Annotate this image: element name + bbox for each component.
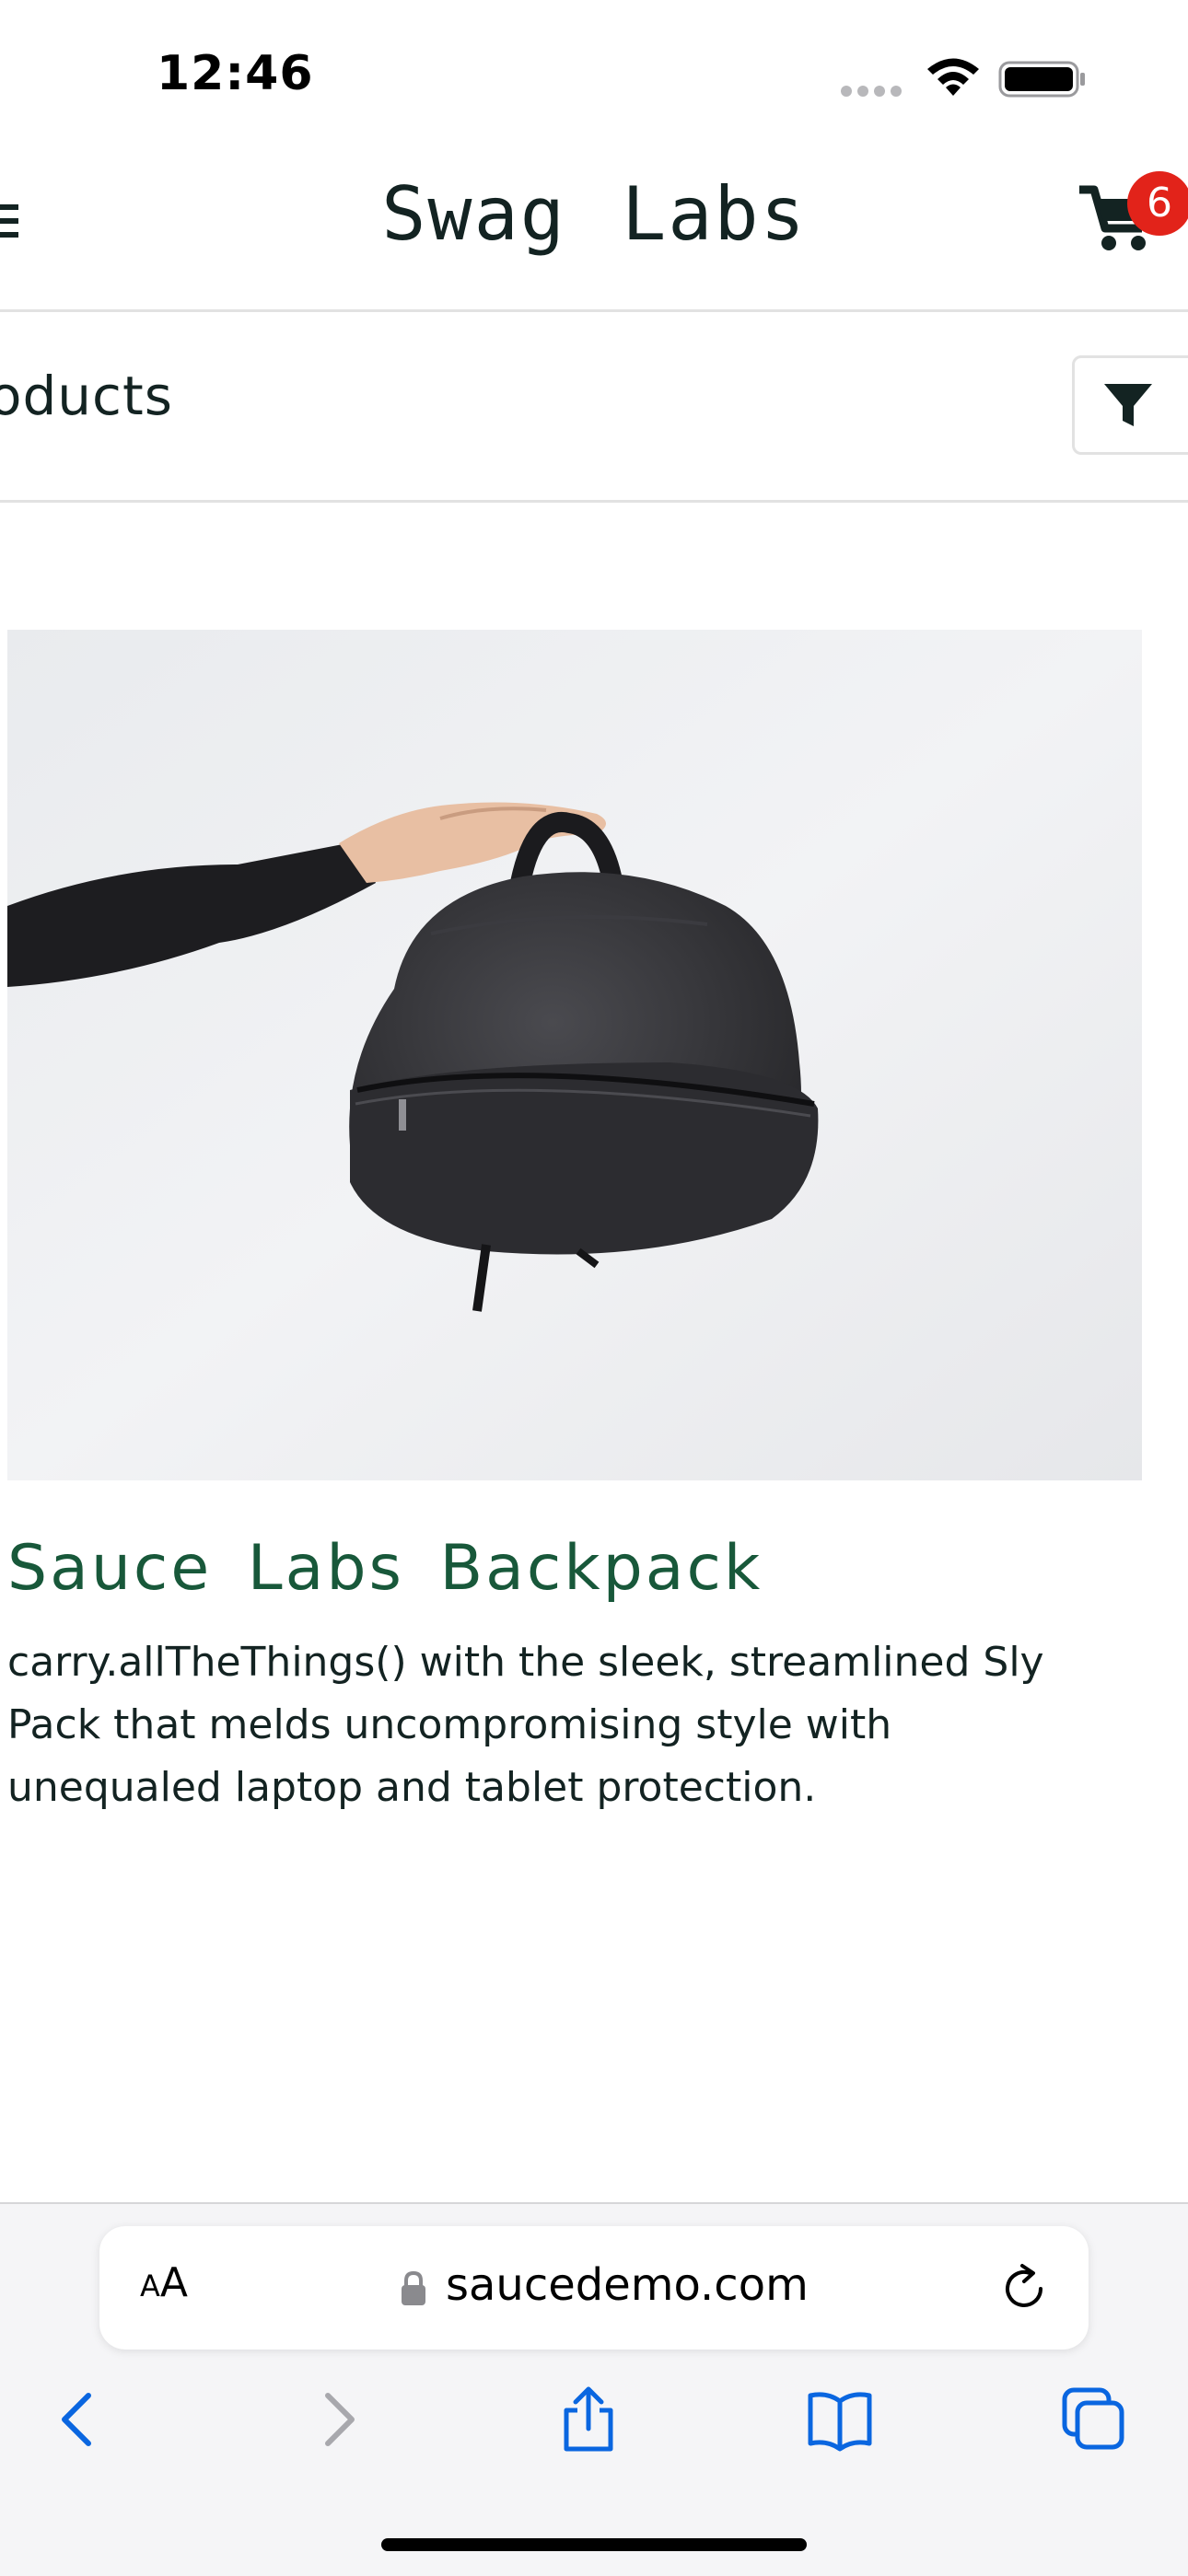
- product-description: carry.allTheThings() with the sleek, str…: [7, 1639, 1044, 1811]
- cart-badge: 6: [1127, 171, 1188, 236]
- app-logo: Swag Labs: [381, 171, 807, 257]
- product-image[interactable]: [7, 630, 1142, 1480]
- lock-icon: [402, 2270, 425, 2305]
- aa-small-label: A: [140, 2269, 160, 2303]
- share-icon[interactable]: [555, 2386, 622, 2453]
- product-name-link[interactable]: Sauce Labs Backpack: [7, 1532, 763, 1605]
- secondary-header: [0, 312, 1188, 503]
- url-text: saucedemo.com: [446, 2259, 809, 2311]
- back-icon[interactable]: [46, 2386, 112, 2453]
- battery-icon: [998, 61, 1085, 98]
- tabs-icon[interactable]: [1061, 2386, 1127, 2453]
- page-settings-button[interactable]: AA: [140, 2259, 188, 2306]
- aa-big-label: A: [159, 2259, 188, 2306]
- filter-funnel-icon: [1104, 384, 1152, 426]
- sort-button[interactable]: [1072, 355, 1188, 455]
- cellular-signal-icon: [841, 86, 902, 97]
- shopping-cart-link[interactable]: 6: [1072, 171, 1188, 273]
- backpack-photo: [7, 630, 1142, 1480]
- wifi-icon: [927, 58, 979, 96]
- reload-icon[interactable]: [998, 2263, 1050, 2315]
- home-indicator: [381, 2538, 807, 2551]
- page-title: oducts: [0, 365, 173, 427]
- bookmarks-icon[interactable]: [807, 2386, 873, 2453]
- address-bar[interactable]: AA saucedemo.com: [99, 2226, 1089, 2350]
- forward-icon[interactable]: [304, 2386, 370, 2453]
- status-time: 12:46: [157, 46, 314, 101]
